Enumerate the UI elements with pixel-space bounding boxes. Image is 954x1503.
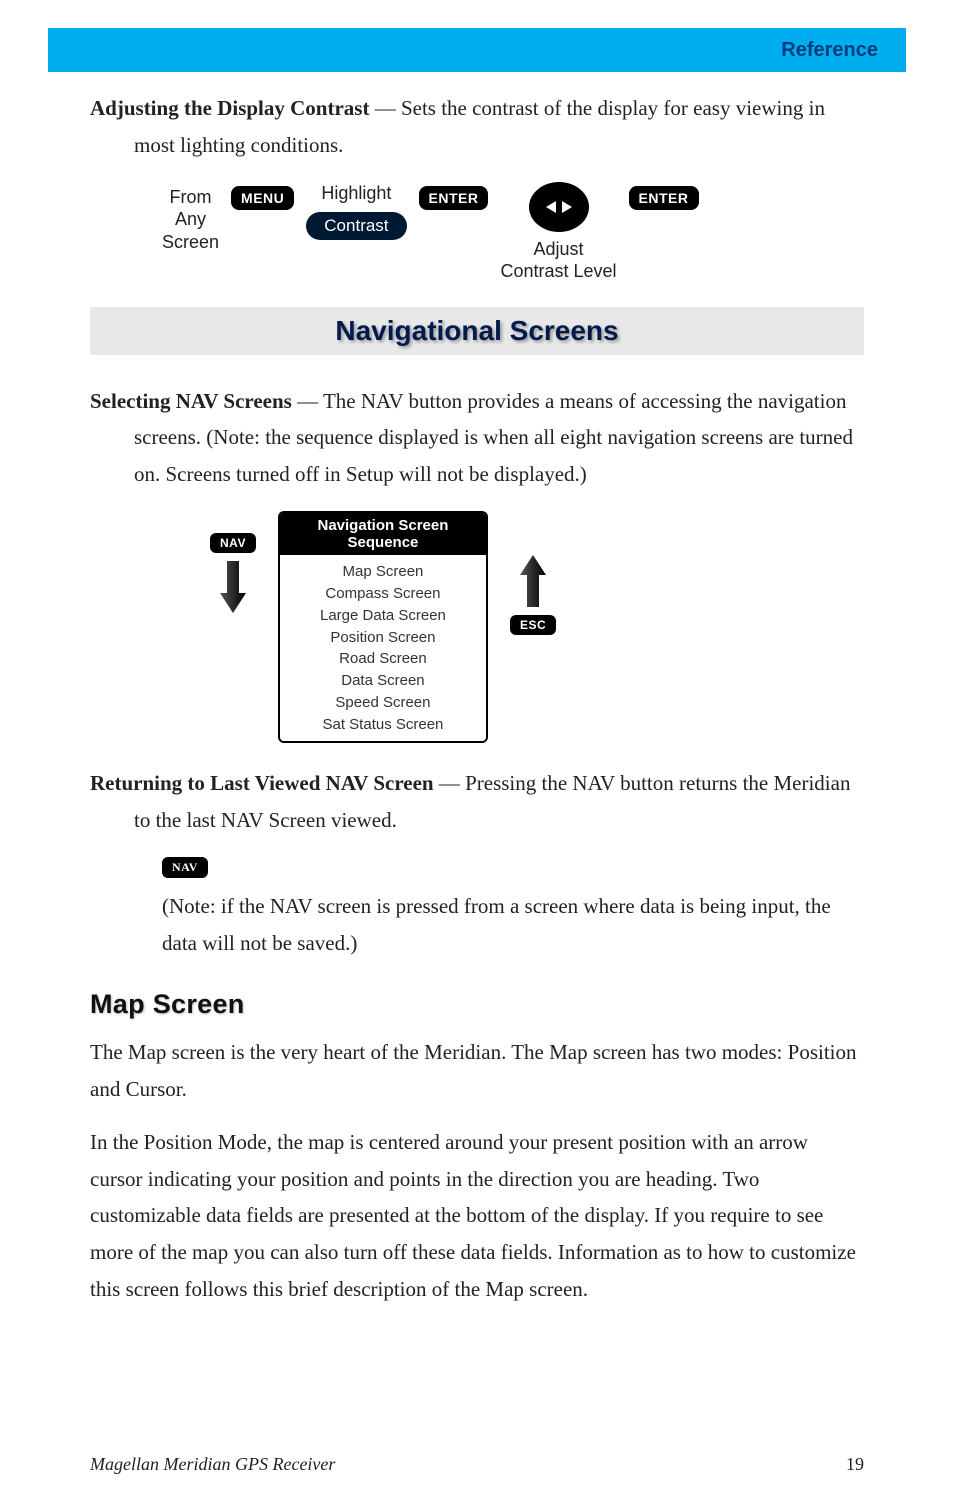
selecting-nav-para: Selecting NAV Screens — The NAV button p…: [90, 383, 864, 493]
esc-button: ESC: [510, 615, 556, 635]
header-bar: Reference: [48, 28, 906, 72]
main-content: Adjusting the Display Contrast — Sets th…: [0, 72, 954, 1308]
nav-sequence-diagram: NAV Navigation Screen Sequence Map Scree…: [210, 511, 864, 744]
nav-sequence-list: Map Screen Compass Screen Large Data Scr…: [280, 555, 486, 741]
enter-button-col-2: ENTER: [629, 182, 699, 210]
highlight-contrast-col: Highlight Contrast: [306, 182, 406, 241]
triangle-right-icon: [562, 201, 572, 213]
footer-title: Magellan Meridian GPS Receiver: [90, 1454, 335, 1475]
from-any-screen-label: From Any Screen: [162, 182, 219, 254]
seq-item: Road Screen: [288, 648, 478, 670]
adjust-contrast-para: Adjusting the Display Contrast — Sets th…: [90, 90, 864, 164]
contrast-flow-diagram: From Any Screen MENU Highlight Contrast …: [162, 182, 864, 283]
map-para-2: In the Position Mode, the map is centere…: [90, 1124, 864, 1308]
left-right-oval: [529, 182, 589, 232]
map-screen-heading: Map Screen: [90, 989, 864, 1020]
map-para-1: The Map screen is the very heart of the …: [90, 1034, 864, 1108]
page-footer: Magellan Meridian GPS Receiver 19: [90, 1454, 864, 1475]
adjust-oval-col: Adjust Contrast Level: [500, 182, 616, 283]
seq-item: Map Screen: [288, 561, 478, 583]
arrow-up-icon: [518, 553, 548, 609]
menu-button: MENU: [231, 186, 294, 210]
nav-sequence-box: Navigation Screen Sequence Map Screen Co…: [278, 511, 488, 744]
nav-note-text: (Note: if the NAV screen is pressed from…: [162, 888, 864, 962]
header-title: Reference: [781, 39, 878, 62]
contrast-pill: Contrast: [306, 212, 406, 240]
adjust-label-2: Contrast Level: [500, 260, 616, 283]
seq-item: Data Screen: [288, 670, 478, 692]
adjust-label-1: Adjust: [534, 238, 584, 261]
nav-down-col: NAV: [210, 511, 256, 615]
nav-button: NAV: [210, 533, 256, 553]
returning-nav-lead: Returning to Last Viewed NAV Screen: [90, 771, 434, 795]
seq-item: Position Screen: [288, 627, 478, 649]
nav-button-2: NAV: [162, 857, 208, 878]
nav-screens-title: Navigational Screens: [335, 315, 618, 346]
seq-item: Large Data Screen: [288, 605, 478, 627]
seq-item: Speed Screen: [288, 692, 478, 714]
returning-nav-para: Returning to Last Viewed NAV Screen — Pr…: [90, 765, 864, 839]
selecting-nav-lead: Selecting NAV Screens: [90, 389, 292, 413]
seq-item: Compass Screen: [288, 583, 478, 605]
footer-page-number: 19: [846, 1454, 864, 1475]
enter-button-col-1: ENTER: [419, 182, 489, 210]
nav-note-block: NAV (Note: if the NAV screen is pressed …: [90, 857, 864, 962]
highlight-label: Highlight: [321, 182, 391, 205]
adjust-contrast-lead: Adjusting the Display Contrast: [90, 96, 369, 120]
seq-item: Sat Status Screen: [288, 714, 478, 736]
menu-button-col: MENU: [231, 182, 294, 210]
arrow-down-icon: [218, 559, 248, 615]
enter-button-2: ENTER: [629, 186, 699, 210]
nav-sequence-header: Navigation Screen Sequence: [280, 513, 486, 556]
triangle-left-icon: [546, 201, 556, 213]
esc-up-col: ESC: [510, 511, 556, 635]
enter-button-1: ENTER: [419, 186, 489, 210]
nav-screens-section-header: Navigational Screens: [90, 307, 864, 355]
